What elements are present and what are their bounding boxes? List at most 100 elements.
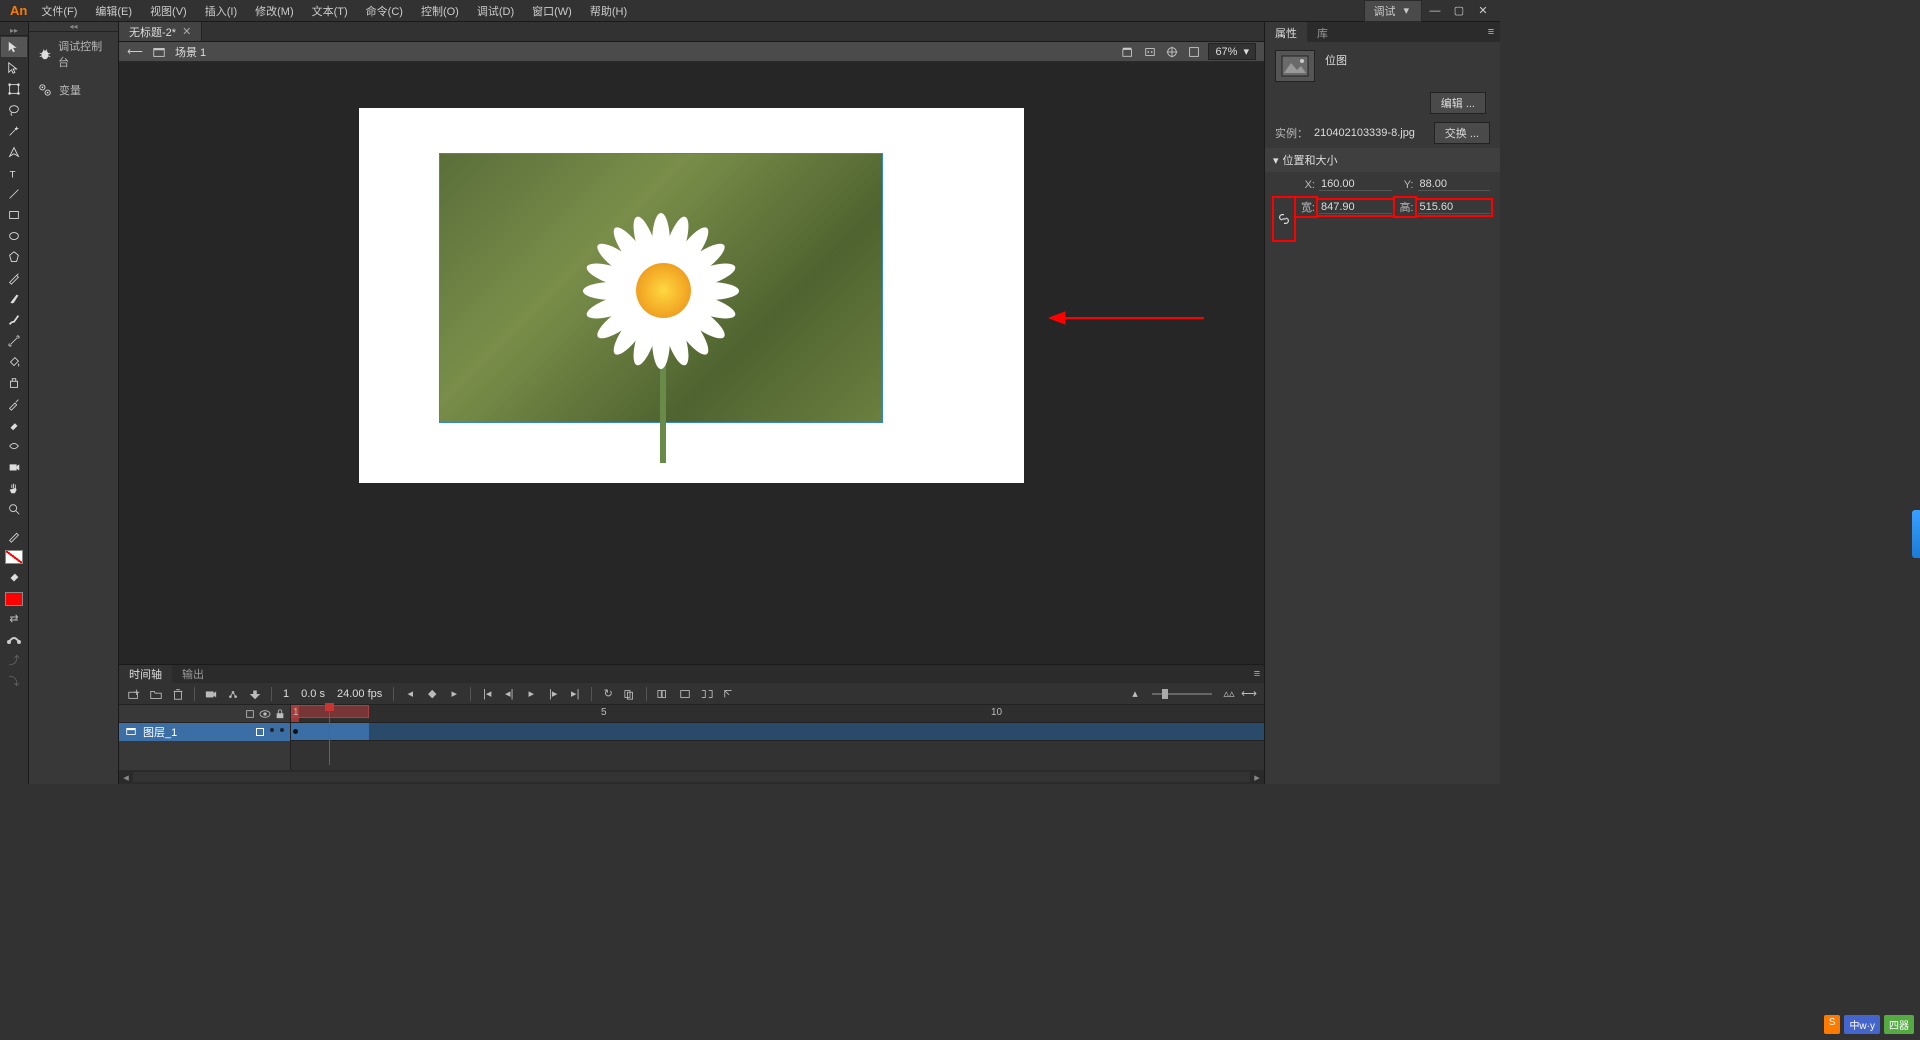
camera-tool[interactable] bbox=[1, 457, 27, 477]
edit-scene-icon[interactable] bbox=[1142, 44, 1158, 60]
goto-last-button[interactable]: ▸| bbox=[566, 685, 584, 703]
tab-properties[interactable]: 属性 bbox=[1265, 22, 1307, 42]
scene-name[interactable]: 场景 1 bbox=[175, 44, 206, 60]
keyframe-dot[interactable] bbox=[293, 729, 298, 734]
window-close[interactable]: ✕ bbox=[1472, 3, 1494, 19]
paint-brush-tool[interactable] bbox=[1, 310, 27, 330]
fill-swatch[interactable] bbox=[5, 592, 23, 606]
edit-button[interactable]: 编辑 ... bbox=[1430, 92, 1486, 114]
toolbar-toggle[interactable]: ▸▸ bbox=[0, 26, 28, 36]
magic-wand-tool[interactable] bbox=[1, 121, 27, 141]
oval-tool[interactable] bbox=[1, 226, 27, 246]
menu-modify[interactable]: 修改(M) bbox=[247, 0, 302, 22]
frame-ruler[interactable]: 1 5 10 bbox=[291, 705, 1264, 723]
frame-rate[interactable]: 24.00 fps bbox=[333, 688, 386, 700]
prev-keyframe-button[interactable]: ◂ bbox=[401, 685, 419, 703]
marker-button[interactable] bbox=[676, 685, 694, 703]
h-value[interactable]: 515.60 bbox=[1418, 201, 1491, 214]
paint-bucket-tool[interactable] bbox=[1, 352, 27, 372]
layer-lock-dot[interactable] bbox=[280, 728, 284, 732]
side-handle[interactable] bbox=[1912, 510, 1920, 558]
snap-to-object-toggle[interactable] bbox=[3, 630, 25, 648]
zoom-level[interactable]: 67% ▾ bbox=[1208, 43, 1256, 60]
menu-edit[interactable]: 编辑(E) bbox=[87, 0, 140, 22]
bone-tool[interactable] bbox=[1, 331, 27, 351]
scroll-left-icon[interactable]: ◂ bbox=[119, 770, 133, 784]
step-back-button[interactable]: ◂| bbox=[500, 685, 518, 703]
tool-option-smooth[interactable]: ⤴ bbox=[3, 651, 25, 669]
menu-view[interactable]: 视图(V) bbox=[142, 0, 195, 22]
tool-option-swap[interactable]: ⇄ bbox=[3, 609, 25, 627]
stroke-swatch[interactable] bbox=[5, 550, 23, 564]
selection-tool[interactable] bbox=[1, 37, 27, 57]
timeline-zoom-slider[interactable] bbox=[1152, 693, 1212, 695]
onion-skin-button[interactable] bbox=[621, 685, 639, 703]
rectangle-tool[interactable] bbox=[1, 205, 27, 225]
swap-button[interactable]: 交换 ... bbox=[1434, 122, 1490, 144]
panel-menu-icon[interactable]: ≡ bbox=[1250, 665, 1264, 683]
center-stage-icon[interactable] bbox=[1164, 44, 1180, 60]
pen-tool[interactable] bbox=[1, 142, 27, 162]
layer-depth-button[interactable] bbox=[224, 685, 242, 703]
menu-file[interactable]: 文件(F) bbox=[33, 0, 85, 22]
debug-console-panel-button[interactable]: 调试控制台 bbox=[29, 32, 118, 76]
tab-output[interactable]: 输出 bbox=[172, 665, 214, 683]
stage[interactable] bbox=[359, 108, 1024, 483]
fit-timeline-button[interactable]: ⟷ bbox=[1240, 685, 1258, 703]
menu-help[interactable]: 帮助(H) bbox=[582, 0, 635, 22]
loop-button[interactable]: ↻ bbox=[599, 685, 617, 703]
fill-picker-icon[interactable] bbox=[1, 568, 27, 588]
brush-tool[interactable] bbox=[1, 289, 27, 309]
window-maximize[interactable]: ▢ bbox=[1448, 3, 1470, 19]
width-tool[interactable] bbox=[1, 436, 27, 456]
step-forward-button[interactable]: |▸ bbox=[544, 685, 562, 703]
goto-first-button[interactable]: |◂ bbox=[478, 685, 496, 703]
highlight-icon[interactable] bbox=[244, 708, 256, 720]
layer-row[interactable]: 图层_1 bbox=[119, 723, 290, 741]
layer-name[interactable]: 图层_1 bbox=[143, 724, 177, 740]
document-tab[interactable]: 无标题-2* ✕ bbox=[119, 22, 202, 41]
menu-control[interactable]: 控制(O) bbox=[413, 0, 467, 22]
next-keyframe-button[interactable]: ▸ bbox=[445, 685, 463, 703]
clip-icon[interactable] bbox=[1120, 44, 1136, 60]
lasso-tool[interactable] bbox=[1, 100, 27, 120]
w-value[interactable]: 847.90 bbox=[1319, 201, 1392, 214]
scaling-button[interactable] bbox=[720, 685, 738, 703]
new-folder-button[interactable] bbox=[147, 685, 165, 703]
eraser-tool[interactable] bbox=[1, 415, 27, 435]
layer-visible-dot[interactable] bbox=[270, 728, 274, 732]
eye-icon[interactable] bbox=[259, 708, 271, 720]
text-tool[interactable]: T bbox=[1, 163, 27, 183]
back-icon[interactable]: ⟵ bbox=[127, 44, 143, 60]
current-frame[interactable]: 1 bbox=[279, 688, 293, 700]
variables-panel-button[interactable]: 变量 bbox=[29, 76, 118, 104]
camera-button[interactable] bbox=[202, 685, 220, 703]
lock-icon[interactable] bbox=[274, 708, 286, 720]
selected-bitmap[interactable] bbox=[439, 153, 883, 423]
left-dock-toggle[interactable]: ◂◂ bbox=[29, 22, 118, 32]
scroll-right-icon[interactable]: ▸ bbox=[1250, 770, 1264, 784]
edit-multiple-button[interactable] bbox=[654, 685, 672, 703]
panel-menu-icon[interactable]: ≡ bbox=[1482, 22, 1500, 42]
play-button[interactable]: ▸ bbox=[522, 685, 540, 703]
line-tool[interactable] bbox=[1, 184, 27, 204]
free-transform-tool[interactable] bbox=[1, 79, 27, 99]
zoom-tool[interactable] bbox=[1, 499, 27, 519]
link-wh-toggle[interactable] bbox=[1275, 199, 1293, 239]
workspace-switcher[interactable]: 调试 ▾ bbox=[1364, 0, 1422, 22]
layer-color-swatch[interactable] bbox=[256, 728, 264, 736]
menu-commands[interactable]: 命令(C) bbox=[358, 0, 411, 22]
ink-bottle-tool[interactable] bbox=[1, 373, 27, 393]
zoom-out-timeline[interactable]: ▴ bbox=[1126, 685, 1144, 703]
polystar-tool[interactable] bbox=[1, 247, 27, 267]
subselection-tool[interactable] bbox=[1, 58, 27, 78]
stroke-picker-icon[interactable] bbox=[1, 526, 27, 546]
eyedropper-tool[interactable] bbox=[1, 394, 27, 414]
tab-library[interactable]: 库 bbox=[1307, 22, 1338, 42]
menu-text[interactable]: 文本(T) bbox=[304, 0, 356, 22]
menu-debug[interactable]: 调试(D) bbox=[469, 0, 522, 22]
x-value[interactable]: 160.00 bbox=[1319, 178, 1392, 191]
tab-timeline[interactable]: 时间轴 bbox=[119, 665, 172, 683]
window-minimize[interactable]: ― bbox=[1424, 3, 1446, 19]
tool-option-straighten[interactable]: ⤵ bbox=[3, 672, 25, 690]
